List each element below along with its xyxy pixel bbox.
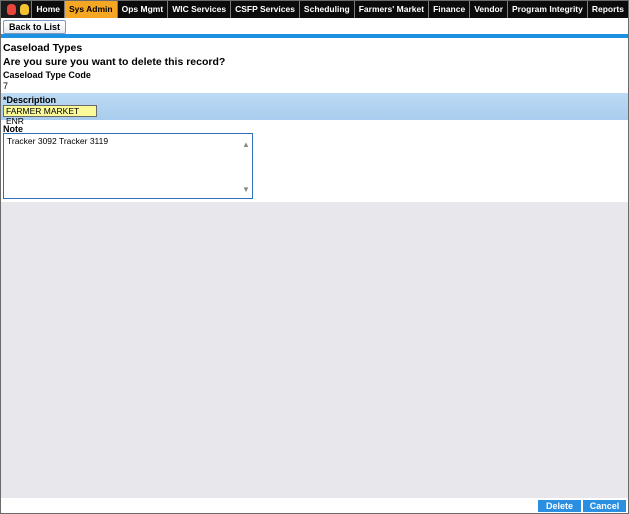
nav-item-vendor[interactable]: Vendor (469, 1, 507, 18)
logo-figure-icon (7, 4, 16, 15)
nav-item-reports[interactable]: Reports (586, 1, 628, 18)
nav-item-wic-services[interactable]: WIC Services (167, 1, 230, 18)
nav-item-ops-mgmt[interactable]: Ops Mgmt (116, 1, 168, 18)
cancel-button[interactable]: Cancel (583, 500, 626, 512)
caseload-type-code-label: Caseload Type Code (3, 70, 91, 80)
scroll-up-icon[interactable]: ▲ (242, 140, 250, 149)
note-text: Tracker 3092 Tracker 3119 (7, 136, 109, 146)
empty-content-area (1, 202, 628, 498)
logo-figure-icon (20, 4, 29, 15)
nav-item-scheduling[interactable]: Scheduling (298, 1, 354, 18)
nav-item-farmers-market[interactable]: Farmers' Market (353, 1, 428, 18)
app-logo (1, 1, 32, 18)
delete-button[interactable]: Delete (538, 500, 581, 512)
nav-item-finance[interactable]: Finance (428, 1, 469, 18)
nav-item-sys-admin[interactable]: Sys Admin (64, 1, 117, 18)
note-textarea[interactable]: Tracker 3092 Tracker 3119 ▲ ▼ (3, 133, 253, 199)
nav-item-csfp-services[interactable]: CSFP Services (230, 1, 299, 18)
description-field[interactable]: FARMER MARKET ENR (3, 105, 97, 126)
page-title: Caseload Types (3, 42, 83, 54)
delete-confirmation-message: Are you sure you want to delete this rec… (3, 56, 226, 68)
scroll-down-icon[interactable]: ▼ (242, 185, 250, 194)
nav-item-home[interactable]: Home (31, 1, 64, 18)
description-label: *Description (3, 95, 57, 105)
nav-item-program-integrity[interactable]: Program Integrity (507, 1, 587, 18)
main-menu: Home Sys Admin Ops Mgmt WIC Services CSFP Se… (31, 1, 628, 18)
top-navigation: Home Sys Admin Ops Mgmt WIC Services CSFP Se… (1, 1, 628, 18)
note-scrollbar[interactable]: ▲ ▼ (242, 140, 250, 194)
header-divider (1, 34, 628, 38)
back-to-list-button[interactable]: Back to List (3, 20, 66, 34)
caseload-type-code-value: 7 (3, 81, 9, 91)
